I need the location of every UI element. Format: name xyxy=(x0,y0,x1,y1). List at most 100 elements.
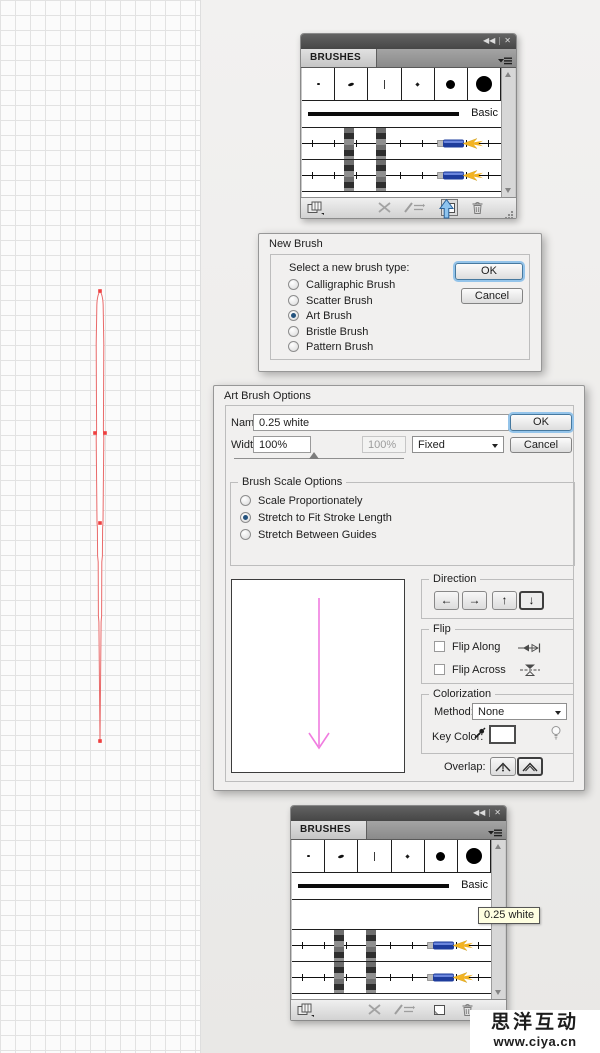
radio-icon[interactable] xyxy=(240,529,251,540)
brush-name-tooltip: 0.25 white xyxy=(478,907,540,924)
new-brush-dialog: New Brush Select a new brush type: Calli… xyxy=(258,233,542,372)
radio-scatter-brush[interactable]: Scatter Brush xyxy=(288,295,373,307)
ok-button[interactable]: OK xyxy=(455,263,523,280)
radio-scale-proportionately[interactable]: Scale Proportionately xyxy=(240,495,363,507)
brush-swatch[interactable] xyxy=(435,68,468,100)
brush-swatch[interactable] xyxy=(468,68,501,100)
flip-across-checkbox-row[interactable]: Flip Across xyxy=(434,664,506,676)
cancel-button[interactable]: Cancel xyxy=(510,437,572,453)
basic-brush-label: Basic xyxy=(471,107,498,119)
brush-swatch[interactable] xyxy=(368,68,401,100)
flip-along-checkbox-row[interactable]: Flip Along xyxy=(434,641,500,653)
resize-grip[interactable] xyxy=(505,207,514,225)
radio-pattern-brush[interactable]: Pattern Brush xyxy=(288,341,373,353)
group-legend: Colorization xyxy=(429,688,495,700)
group-legend: Brush Scale Options xyxy=(238,476,346,488)
ok-button[interactable]: OK xyxy=(510,414,572,431)
direction-left-button[interactable]: ← xyxy=(434,591,459,610)
brush-swatch[interactable] xyxy=(325,840,358,872)
selected-path-shape[interactable] xyxy=(85,284,115,754)
colorization-group: Colorization Method: None Key Color: xyxy=(421,694,574,754)
brush-item-art-1[interactable] xyxy=(302,128,501,160)
brush-item-basic[interactable]: Basic xyxy=(292,873,491,900)
dropdown-arrow-icon xyxy=(555,711,561,715)
scroll-down-icon[interactable] xyxy=(495,990,501,995)
name-input[interactable]: 0.25 white xyxy=(253,414,509,431)
direction-right-button[interactable]: → xyxy=(462,591,487,610)
direction-down-button[interactable]: ↓ xyxy=(519,591,544,610)
radio-bristle-brush[interactable]: Bristle Brush xyxy=(288,326,368,338)
overlap-no-adjust-button[interactable] xyxy=(490,757,516,776)
brush-swatch[interactable] xyxy=(402,68,435,100)
panel-tab-bar: BRUSHES xyxy=(291,821,506,840)
brush-swatch[interactable] xyxy=(292,840,325,872)
width-slider-track[interactable] xyxy=(234,458,404,459)
path-outline xyxy=(96,291,104,743)
remove-brush-stroke-button[interactable] xyxy=(367,1003,382,1021)
brush-swatch[interactable] xyxy=(358,840,391,872)
brush-libraries-button[interactable] xyxy=(307,201,325,220)
overlap-label: Overlap: xyxy=(444,761,486,773)
dropdown-arrow-icon xyxy=(492,444,498,448)
radio-icon[interactable] xyxy=(288,326,299,337)
scroll-up-icon[interactable] xyxy=(505,72,511,77)
width-input[interactable]: 100% xyxy=(253,436,311,453)
width-slider-thumb[interactable] xyxy=(309,452,319,459)
radio-icon[interactable] xyxy=(240,495,251,506)
radio-stretch-to-fit[interactable]: Stretch to Fit Stroke Length xyxy=(240,512,392,524)
art-brush-preview-icon xyxy=(427,939,473,957)
delete-brush-button[interactable] xyxy=(471,201,484,220)
flip-group: Flip Flip Along Flip Across xyxy=(421,629,574,684)
brush-item-basic[interactable]: Basic xyxy=(302,101,501,128)
radio-stretch-between-guides[interactable]: Stretch Between Guides xyxy=(240,529,377,541)
cancel-button[interactable]: Cancel xyxy=(461,288,523,304)
radio-art-brush[interactable]: Art Brush xyxy=(288,310,352,322)
brush-item-art-2[interactable] xyxy=(302,160,501,192)
eyedropper-icon[interactable] xyxy=(473,727,486,743)
collapse-panel-icon[interactable]: ◀◀ xyxy=(483,36,495,46)
scroll-down-icon[interactable] xyxy=(505,188,511,193)
radio-icon-selected[interactable] xyxy=(288,310,299,321)
overlap-adjust-icon xyxy=(521,761,539,773)
direction-up-button[interactable]: ↑ xyxy=(492,591,517,610)
collapse-panel-icon[interactable]: ◀◀ xyxy=(473,808,485,818)
close-panel-icon[interactable]: ✕ xyxy=(494,808,501,818)
header-divider xyxy=(499,37,500,45)
basic-brush-stroke xyxy=(298,884,449,888)
scroll-up-icon[interactable] xyxy=(495,844,501,849)
radio-icon-selected[interactable] xyxy=(240,512,251,523)
tab-brushes[interactable]: BRUSHES xyxy=(301,49,377,67)
options-of-selected-object-button[interactable] xyxy=(393,1003,415,1021)
brush-swatch[interactable] xyxy=(458,840,491,872)
brush-libraries-button[interactable] xyxy=(297,1003,315,1022)
overlap-adjust-button[interactable] xyxy=(517,757,543,776)
brush-swatch[interactable] xyxy=(425,840,458,872)
art-brush-preview-icon xyxy=(427,971,473,989)
checkbox-icon[interactable] xyxy=(434,664,445,675)
brush-swatch[interactable] xyxy=(335,68,368,100)
tab-brushes[interactable]: BRUSHES xyxy=(291,821,367,839)
method-dropdown[interactable]: None xyxy=(472,703,567,720)
tips-lightbulb-icon[interactable] xyxy=(550,725,562,744)
new-brush-button[interactable] xyxy=(433,1003,446,1021)
brush-item-art-2[interactable] xyxy=(292,962,491,994)
key-color-swatch[interactable] xyxy=(489,725,516,744)
brush-item-025-white[interactable] xyxy=(292,900,491,930)
radio-icon[interactable] xyxy=(288,295,299,306)
scrollbar[interactable] xyxy=(501,68,515,197)
remove-brush-stroke-button[interactable] xyxy=(377,201,392,219)
header-divider xyxy=(489,809,490,817)
radio-calligraphic-brush[interactable]: Calligraphic Brush xyxy=(288,279,395,291)
mouse-cursor-icon xyxy=(439,199,454,219)
brush-item-art-1[interactable] xyxy=(292,930,491,962)
options-of-selected-object-button[interactable] xyxy=(403,201,425,219)
close-panel-icon[interactable]: ✕ xyxy=(504,36,511,46)
radio-icon[interactable] xyxy=(288,279,299,290)
radio-icon[interactable] xyxy=(288,341,299,352)
overlap-no-adjust-icon xyxy=(494,761,512,773)
brush-swatch[interactable] xyxy=(392,840,425,872)
brush-swatch[interactable] xyxy=(302,68,335,100)
checkbox-icon[interactable] xyxy=(434,641,445,652)
width-mode-dropdown[interactable]: Fixed xyxy=(412,436,504,453)
screenshot-stage: ◀◀ ✕ BRUSHES xyxy=(0,0,600,1053)
